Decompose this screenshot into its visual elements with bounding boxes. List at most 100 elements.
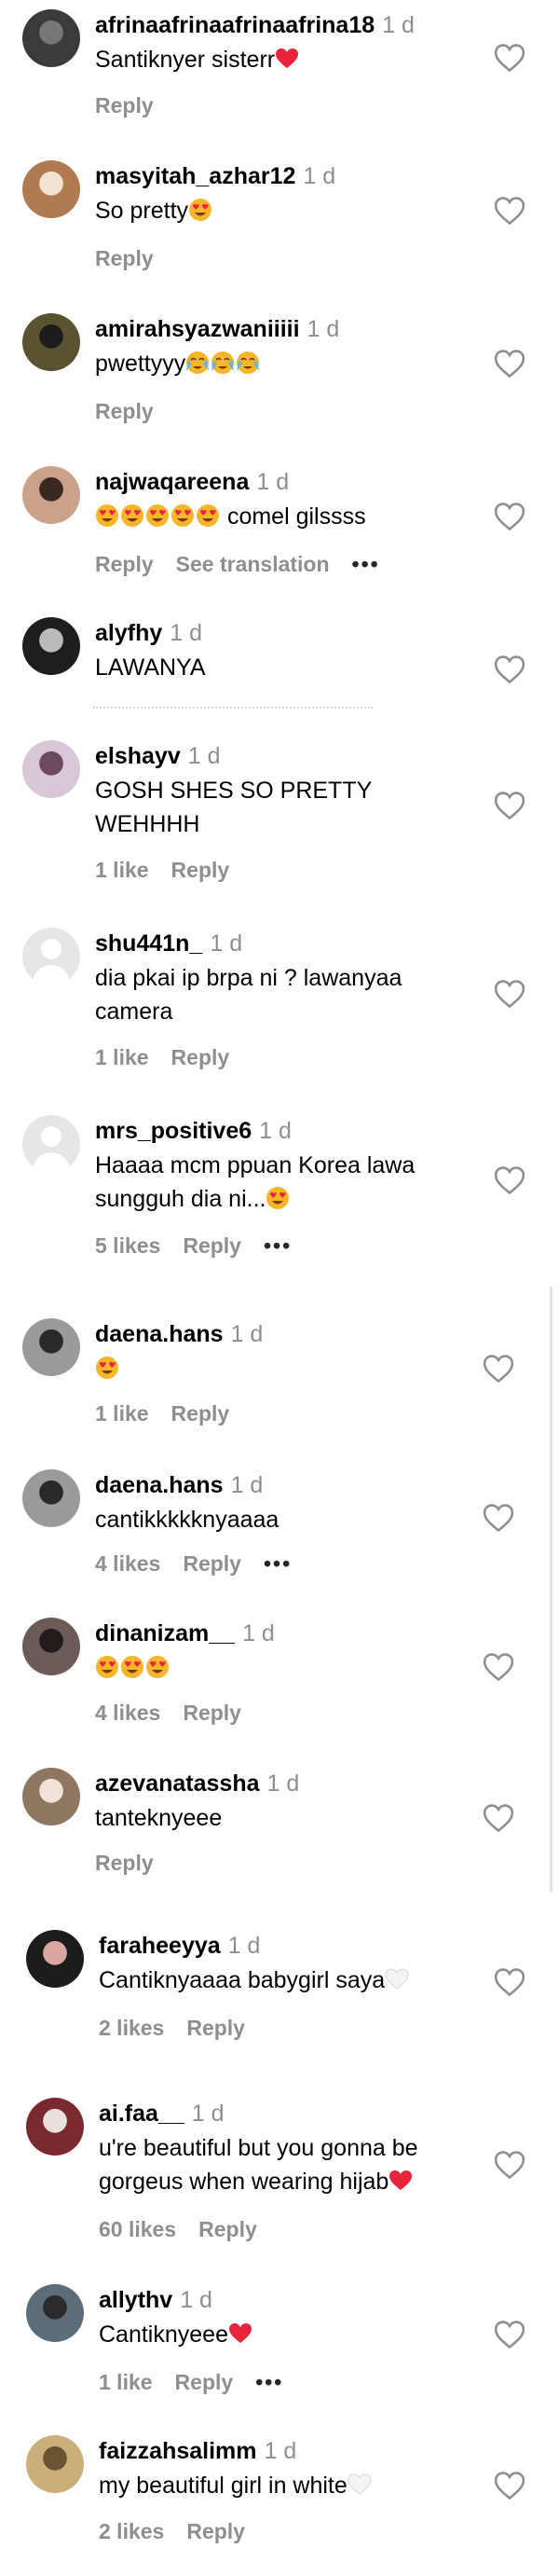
timestamp: 1 d <box>307 316 340 342</box>
more-options-icon[interactable]: ••• <box>264 1233 292 1258</box>
likes-count[interactable]: 4 likes <box>95 1551 160 1576</box>
like-heart-icon[interactable] <box>494 654 525 684</box>
like-heart-icon[interactable] <box>494 1967 525 1997</box>
username-link[interactable]: mrs_positive6 <box>95 1118 252 1144</box>
timestamp: 1 d <box>382 12 415 38</box>
likes-count[interactable]: 1 like <box>99 2370 153 2394</box>
scrollbar[interactable] <box>550 1287 552 1893</box>
like-heart-icon[interactable] <box>494 196 525 226</box>
like-heart-icon[interactable] <box>483 1354 514 1384</box>
avatar[interactable] <box>22 1318 80 1376</box>
like-heart-icon[interactable] <box>494 2471 525 2500</box>
reply-button[interactable]: Reply <box>171 858 230 882</box>
reply-button[interactable]: Reply <box>186 2519 245 2543</box>
username-link[interactable]: faizzahsalimm <box>99 2438 257 2464</box>
more-options-icon[interactable]: ••• <box>264 1551 292 1576</box>
likes-count[interactable]: 60 likes <box>99 2217 176 2241</box>
crying-face-emoji <box>237 351 260 374</box>
comment-actions: 1 like Reply ••• <box>99 2368 306 2396</box>
timestamp: 1 d <box>180 2287 212 2313</box>
likes-count[interactable]: 2 likes <box>99 2016 164 2040</box>
avatar[interactable] <box>22 740 80 798</box>
comment-text: Cantiknyaaaa babygirl saya <box>99 1963 490 1997</box>
likes-count[interactable]: 1 like <box>95 1401 149 1426</box>
red-heart-emoji <box>228 2323 252 2343</box>
avatar[interactable] <box>26 2098 84 2156</box>
username-link[interactable]: daena.hans <box>95 1472 224 1498</box>
like-heart-icon[interactable] <box>494 2320 525 2349</box>
comment-body: comel gilssss <box>226 503 366 530</box>
avatar[interactable] <box>22 1469 80 1527</box>
avatar[interactable] <box>22 9 80 67</box>
avatar[interactable] <box>22 466 80 524</box>
timestamp: 1 d <box>256 469 290 495</box>
comment-header: faizzahsalimm 1 d <box>99 2437 296 2465</box>
reply-button[interactable]: Reply <box>186 2016 245 2040</box>
reply-button[interactable]: Reply <box>95 93 154 117</box>
avatar[interactable] <box>22 1618 80 1675</box>
avatar[interactable] <box>22 160 80 218</box>
comment-text <box>95 1651 486 1685</box>
reply-button[interactable]: Reply <box>95 246 154 270</box>
heart-eyes-emoji <box>146 504 169 527</box>
timestamp: 1 d <box>191 2101 225 2127</box>
see-translation-button[interactable]: See translation <box>176 552 330 576</box>
username-link[interactable]: afrinaafrinaafrinaafrina18 <box>95 12 375 38</box>
reply-button[interactable]: Reply <box>175 2370 234 2394</box>
reply-button[interactable]: Reply <box>198 2217 257 2241</box>
likes-count[interactable]: 5 likes <box>95 1233 160 1258</box>
username-link[interactable]: elshayv <box>95 743 181 769</box>
like-heart-icon[interactable] <box>483 1652 514 1682</box>
more-options-icon[interactable]: ••• <box>255 2370 283 2394</box>
username-link[interactable]: ai.faa__ <box>99 2101 184 2127</box>
like-heart-icon[interactable] <box>494 1165 525 1195</box>
avatar[interactable] <box>22 313 80 371</box>
username-link[interactable]: masyitah_azhar12 <box>95 163 295 189</box>
like-heart-icon[interactable] <box>494 43 525 73</box>
username-link[interactable]: shu441n_ <box>95 930 202 957</box>
username-link[interactable]: dinanizam__ <box>95 1620 235 1646</box>
reply-button[interactable]: Reply <box>171 1401 230 1426</box>
likes-count[interactable]: 2 likes <box>99 2519 164 2543</box>
like-heart-icon[interactable] <box>494 502 525 531</box>
avatar[interactable] <box>22 617 80 675</box>
reply-button[interactable]: Reply <box>95 399 154 423</box>
likes-count[interactable]: 4 likes <box>95 1701 160 1725</box>
like-heart-icon[interactable] <box>494 2150 525 2180</box>
username-link[interactable]: allythv <box>99 2287 172 2313</box>
comment-body: tanteknyeee <box>95 1805 223 1831</box>
like-heart-icon[interactable] <box>494 979 525 1009</box>
username-link[interactable]: alyfhy <box>95 620 162 646</box>
comment-body: Haaaa mcm ppuan Korea lawa sungguh dia n… <box>95 1152 416 1212</box>
avatar[interactable] <box>22 928 80 985</box>
like-heart-icon[interactable] <box>494 349 525 379</box>
username-link[interactable]: najwaqareena <box>95 469 249 495</box>
comment-actions: Reply <box>95 91 176 119</box>
like-heart-icon[interactable] <box>494 791 525 820</box>
username-link[interactable]: daena.hans <box>95 1321 224 1347</box>
avatar[interactable] <box>26 2435 84 2493</box>
reply-button[interactable]: Reply <box>95 1851 154 1875</box>
comment-header: ai.faa__ 1 d <box>99 2100 225 2128</box>
timestamp: 1 d <box>264 2438 297 2464</box>
reply-button[interactable]: Reply <box>183 1233 241 1258</box>
likes-count[interactable]: 1 like <box>95 1045 149 1069</box>
avatar[interactable] <box>26 2284 84 2342</box>
username-link[interactable]: faraheeyya <box>99 1933 221 1959</box>
comment-body: GOSH SHES SO PRETTY WEHHHH <box>95 778 373 837</box>
like-heart-icon[interactable] <box>483 1803 514 1833</box>
more-options-icon[interactable]: ••• <box>352 552 380 576</box>
comment-body: Cantiknyaaaa babygirl saya <box>99 1967 386 1993</box>
username-link[interactable]: amirahsyazwaniiiii <box>95 316 300 342</box>
reply-button[interactable]: Reply <box>95 552 154 576</box>
avatar[interactable] <box>22 1768 80 1825</box>
reply-button[interactable]: Reply <box>171 1045 230 1069</box>
reply-button[interactable]: Reply <box>183 1701 241 1725</box>
reply-button[interactable]: Reply <box>183 1551 241 1576</box>
comment-text: cantikkkkknyaaaa <box>95 1503 486 1536</box>
avatar[interactable] <box>26 1930 84 1988</box>
username-link[interactable]: azevanatassha <box>95 1770 260 1797</box>
avatar[interactable] <box>22 1115 80 1173</box>
like-heart-icon[interactable] <box>483 1503 514 1533</box>
likes-count[interactable]: 1 like <box>95 858 149 882</box>
